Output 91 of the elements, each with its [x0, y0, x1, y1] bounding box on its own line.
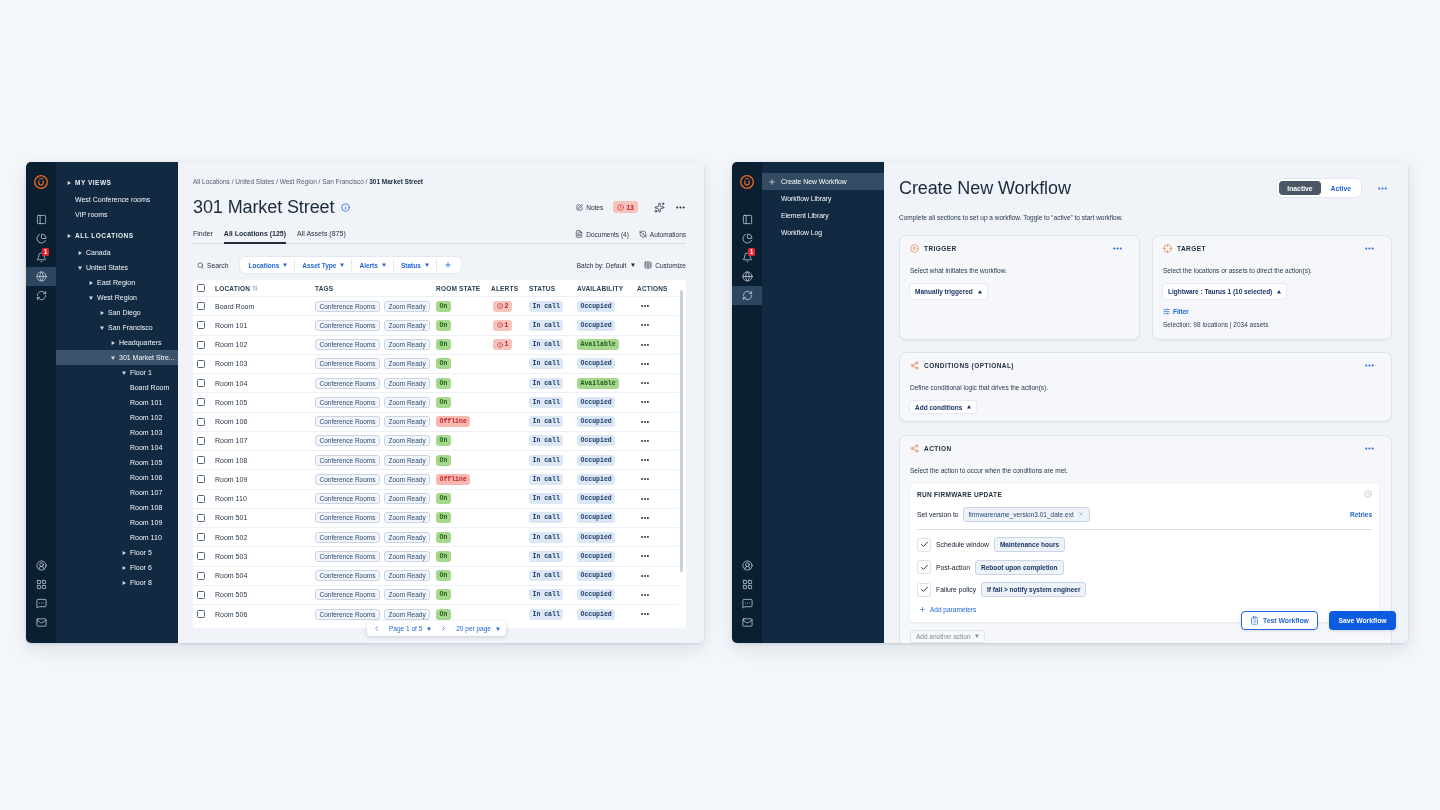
checkbox[interactable] — [197, 436, 205, 445]
caret-down-icon — [631, 263, 636, 267]
checkbox[interactable] — [197, 379, 205, 388]
check-icon — [919, 562, 929, 572]
caret-right-icon[interactable] — [111, 340, 115, 345]
grid-icon — [35, 579, 47, 590]
plus-icon — [443, 261, 452, 269]
rail-item[interactable] — [26, 267, 56, 286]
refresh-icon — [638, 230, 647, 238]
check-icon — [919, 540, 929, 549]
checkbox[interactable] — [197, 552, 205, 561]
table-icon — [644, 261, 653, 269]
clipboard-icon — [1250, 616, 1260, 625]
mail-icon — [741, 617, 753, 628]
checkbox[interactable] — [197, 417, 205, 426]
checkbox[interactable] — [197, 340, 205, 349]
alert-icon — [496, 322, 503, 329]
pie-chart-icon — [35, 233, 47, 244]
caret-right-icon[interactable] — [122, 565, 126, 570]
sparkle-icon[interactable] — [654, 201, 665, 213]
globe-icon — [741, 271, 753, 282]
caret-down-icon — [381, 263, 386, 267]
caret-down-icon — [340, 263, 345, 267]
caret-down-icon[interactable] — [122, 370, 126, 375]
caret-down-icon — [974, 634, 979, 638]
crosshair-icon — [1163, 244, 1172, 253]
checkbox[interactable] — [197, 359, 205, 368]
logo-icon[interactable] — [740, 175, 754, 189]
panel-icon — [741, 214, 753, 225]
caret-up-icon — [977, 289, 982, 294]
sliders-icon — [1163, 307, 1170, 315]
caret-down-icon — [424, 263, 429, 267]
checkbox[interactable] — [197, 590, 205, 599]
document-icon — [575, 230, 584, 238]
mail-icon — [35, 617, 47, 628]
checkbox[interactable] — [197, 321, 205, 330]
checkbox[interactable] — [197, 494, 205, 503]
nodes-icon — [910, 361, 919, 370]
checkbox[interactable] — [197, 302, 205, 311]
user-circle-icon — [741, 560, 753, 571]
check-icon — [919, 585, 929, 594]
refresh-icon — [741, 290, 753, 301]
rail-item[interactable] — [732, 286, 762, 305]
caret-down-icon — [427, 626, 432, 631]
checkbox[interactable] — [197, 398, 205, 407]
bell-icon — [741, 252, 753, 263]
checkbox[interactable] — [197, 571, 205, 580]
caret-right-icon[interactable] — [78, 250, 82, 255]
checkbox[interactable] — [197, 533, 205, 542]
alert-icon — [496, 341, 503, 348]
info-icon[interactable] — [341, 202, 351, 212]
user-circle-icon — [35, 560, 47, 571]
caret-right-icon[interactable] — [122, 550, 126, 555]
caret-right-icon[interactable] — [67, 180, 71, 185]
alert-icon — [496, 303, 503, 310]
caret-right-icon[interactable] — [100, 310, 104, 315]
caret-up-icon — [1277, 289, 1282, 294]
checkbox[interactable] — [197, 284, 205, 292]
caret-up-icon — [967, 405, 972, 409]
panel-icon — [35, 214, 47, 225]
chat-icon — [741, 598, 753, 609]
pie-chart-icon — [741, 233, 753, 244]
checkbox[interactable] — [197, 456, 205, 465]
caret-down-icon — [495, 626, 500, 631]
logo-icon[interactable] — [34, 175, 48, 189]
page-title: 301 Market Street — [193, 196, 335, 218]
edit-icon — [576, 203, 584, 211]
checkbox[interactable] — [197, 513, 205, 522]
caret-down-icon[interactable] — [111, 355, 115, 360]
grid-icon — [741, 579, 753, 590]
page-title: Create New Workflow — [899, 177, 1071, 199]
caret-right-icon[interactable] — [122, 580, 126, 585]
plus-icon — [919, 606, 926, 613]
checkbox[interactable] — [197, 610, 205, 619]
caret-down-icon[interactable] — [89, 295, 93, 300]
play-circle-icon — [910, 244, 919, 253]
caret-right-icon[interactable] — [89, 280, 93, 285]
chat-icon — [35, 598, 47, 609]
refresh-icon — [35, 290, 47, 301]
alert-icon — [617, 203, 625, 211]
caret-down-icon[interactable] — [78, 265, 82, 270]
nodes-icon — [910, 444, 919, 453]
caret-down-icon[interactable] — [100, 325, 104, 330]
globe-icon — [35, 271, 47, 282]
caret-right-icon[interactable] — [67, 233, 71, 238]
caret-down-icon — [283, 263, 288, 267]
plus-icon — [768, 177, 776, 186]
checkbox[interactable] — [197, 475, 205, 484]
search-icon — [197, 261, 204, 269]
bell-icon — [35, 252, 47, 263]
chevron-left-icon[interactable] — [373, 625, 380, 632]
